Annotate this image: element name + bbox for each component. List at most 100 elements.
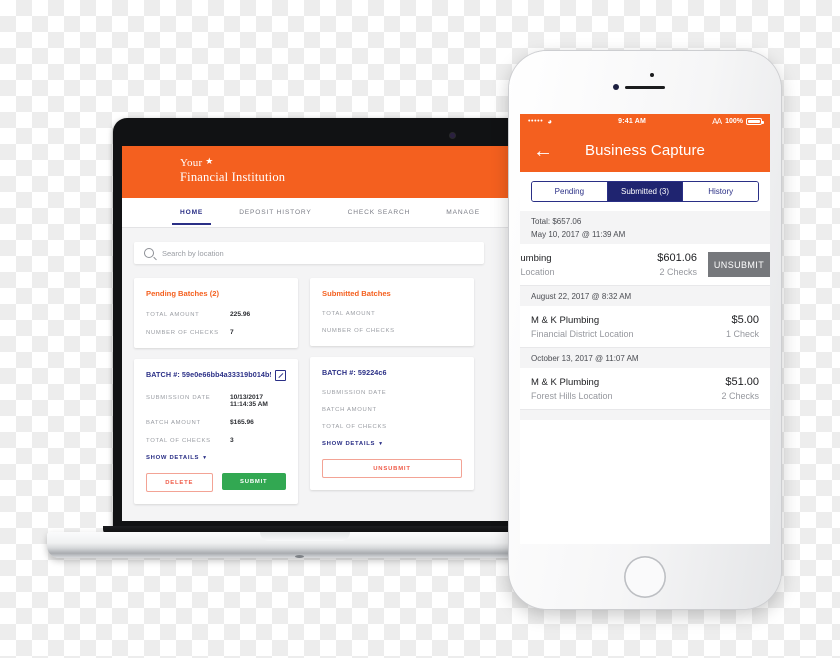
list-item-check-count: 1 Check <box>725 329 759 339</box>
desktop-main: Search by location Pending Batches (2) T… <box>122 228 525 515</box>
phone-status-bar: ••••• ◕ 9:41 AM Ꜳ 100% <box>520 114 770 129</box>
desktop-app-header: Your ★ Financial Institution <box>122 146 525 198</box>
phone-deposit-list: Total: $657.06 May 10, 2017 @ 11:39 AM &… <box>520 211 770 420</box>
bluetooth-icon: Ꜳ <box>712 117 723 126</box>
phone-section-header-3: October 13, 2017 @ 11:07 AM <box>520 348 770 368</box>
brand-line-2: Financial Institution <box>180 170 286 185</box>
list-item-amount: $5.00 <box>731 314 759 326</box>
pending-batch-amount-value: $165.96 <box>230 419 254 426</box>
segment-submitted[interactable]: Submitted (3) <box>607 182 684 201</box>
pending-summary-card: Pending Batches (2) TOTAL AMOUNT 225.96 … <box>134 278 298 348</box>
pending-batch-amount-label: BATCH AMOUNT <box>146 420 201 426</box>
nav-item-home[interactable]: HOME <box>171 198 212 227</box>
laptop-base-foot <box>295 555 304 558</box>
pending-total-amount-value: 225.96 <box>230 311 251 318</box>
pending-submission-date-label: SUBMISSION DATE <box>146 395 211 401</box>
brand-logo: Your ★ Financial Institution <box>180 156 285 186</box>
submitted-column: Submitted Batches TOTAL AMOUNT NUMBER OF… <box>310 278 474 515</box>
phone-screen: ••••• ◕ 9:41 AM Ꜳ 100% ← Business Captur… <box>520 114 770 544</box>
submitted-submission-date-label: SUBMISSION DATE <box>322 390 387 396</box>
submit-button[interactable]: SUBMIT <box>221 473 286 490</box>
list-item-check-count: 2 Checks <box>721 391 759 401</box>
pending-batch-card: BATCH #: 59e0e66bb4a33319b014b5ea SUBMIS… <box>134 359 298 504</box>
laptop-base-notch <box>260 532 350 541</box>
pending-number-of-checks-row: NUMBER OF CHECKS 7 <box>146 329 286 336</box>
pending-summary-title: Pending Batches (2) <box>146 289 219 298</box>
phone-sensor-icon <box>650 73 654 77</box>
submitted-summary-title: Submitted Batches <box>322 289 391 298</box>
nav-item-check-search[interactable]: CHECK SEARCH <box>348 198 411 227</box>
list-item-secondary: $51.00 2 Checks <box>721 376 759 401</box>
search-input-placeholder[interactable]: Search by location <box>162 249 224 258</box>
submitted-batch-number: BATCH #: 59224c6 <box>322 368 387 377</box>
phone-mockup: ••••• ◕ 9:41 AM Ꜳ 100% ← Business Captur… <box>509 51 781 609</box>
edit-icon[interactable] <box>275 370 286 381</box>
chevron-down-icon: ▼ <box>202 455 208 461</box>
signal-strength-icon: ••••• <box>528 118 544 125</box>
pending-show-details-label: SHOW DETAILS <box>146 455 200 461</box>
submitted-batch-actions: UNSUBMIT <box>322 459 462 478</box>
phone-total-label: Total: $657.06 <box>520 211 770 228</box>
batch-columns: Pending Batches (2) TOTAL AMOUNT 225.96 … <box>134 278 525 515</box>
phone-section-header-2: August 22, 2017 @ 8:32 AM <box>520 286 770 306</box>
pending-batch-amount-row: BATCH AMOUNT $165.96 <box>146 419 286 426</box>
brand-line-1: Your <box>180 157 203 169</box>
nav-item-manage[interactable]: MANAGE <box>446 198 480 227</box>
pending-total-checks-label: TOTAL OF CHECKS <box>146 438 211 444</box>
submitted-summary-card: Submitted Batches TOTAL AMOUNT NUMBER OF… <box>310 278 474 346</box>
phone-list-bottom-spacer <box>520 410 770 420</box>
list-item-primary: & K Plumbing dtown Location <box>520 253 657 277</box>
chevron-down-icon: ▼ <box>378 441 384 447</box>
pending-batch-actions: DELETE SUBMIT <box>146 473 286 492</box>
search-bar[interactable]: Search by location <box>134 242 484 264</box>
list-item[interactable]: & K Plumbing dtown Location $601.06 2 Ch… <box>520 244 770 286</box>
search-icon <box>144 248 154 258</box>
list-item-amount: $601.06 <box>657 252 697 264</box>
list-item-secondary: $5.00 1 Check <box>726 314 759 339</box>
submitted-total-checks-row: TOTAL OF CHECKS <box>322 424 462 430</box>
submitted-submission-date-row: SUBMISSION DATE <box>322 390 462 396</box>
list-item-location: Forest Hills Location <box>531 390 613 401</box>
submitted-total-checks-label: TOTAL OF CHECKS <box>322 424 387 430</box>
submitted-batch-header: BATCH #: 59224c6 <box>322 368 462 377</box>
list-item[interactable]: M & K Plumbing Financial District Locati… <box>520 306 770 348</box>
phone-earpiece-speaker <box>625 86 665 90</box>
phone-page-title: Business Capture <box>585 142 705 159</box>
desktop-nav: HOME DEPOSIT HISTORY CHECK SEARCH MANAGE <box>122 198 525 228</box>
list-item-primary: M & K Plumbing Forest Hills Location <box>531 377 721 401</box>
battery-icon <box>746 117 764 126</box>
nav-item-deposit-history[interactable]: DEPOSIT HISTORY <box>239 198 311 227</box>
pending-number-of-checks-label: NUMBER OF CHECKS <box>146 330 219 336</box>
phone-segmented-control: Pending Submitted (3) History <box>531 181 759 202</box>
phone-home-button[interactable] <box>624 556 666 598</box>
list-item-name: M & K Plumbing <box>531 376 600 388</box>
phone-section-header-1: May 10, 2017 @ 11:39 AM <box>520 228 770 244</box>
pending-total-checks-row: TOTAL OF CHECKS 3 <box>146 437 286 444</box>
pending-total-checks-value: 3 <box>230 437 234 444</box>
submitted-number-of-checks-label: NUMBER OF CHECKS <box>322 328 395 334</box>
delete-button[interactable]: DELETE <box>146 473 213 492</box>
unsubmit-button[interactable]: UNSUBMIT <box>322 459 462 478</box>
segment-history[interactable]: History <box>683 182 758 201</box>
list-item[interactable]: M & K Plumbing Forest Hills Location $51… <box>520 368 770 410</box>
phone-segmented-control-wrap: Pending Submitted (3) History <box>520 172 770 211</box>
status-bar-time: 9:41 AM <box>618 118 647 125</box>
pending-total-amount-label: TOTAL AMOUNT <box>146 312 200 318</box>
swipe-unsubmit-button[interactable]: UNSUBMIT <box>708 252 770 277</box>
segment-pending[interactable]: Pending <box>532 182 608 201</box>
back-arrow-icon[interactable]: ← <box>533 141 553 161</box>
pending-submission-date-value: 10/13/2017 11:14:35 AM <box>230 394 268 408</box>
submitted-number-of-checks-row: NUMBER OF CHECKS <box>322 328 462 334</box>
submitted-show-details-toggle[interactable]: SHOW DETAILS ▼ <box>322 441 462 447</box>
pending-show-details-toggle[interactable]: SHOW DETAILS ▼ <box>146 455 286 461</box>
submitted-batch-amount-label: BATCH AMOUNT <box>322 407 377 413</box>
pending-batch-header: BATCH #: 59e0e66bb4a33319b014b5ea <box>146 370 286 381</box>
list-item-location: Financial District Location <box>531 328 634 339</box>
pending-submission-date-row: SUBMISSION DATE 10/13/2017 11:14:35 AM <box>146 394 286 408</box>
list-item-amount: $51.00 <box>725 376 759 388</box>
laptop-screen: Your ★ Financial Institution HOME DEPOSI… <box>122 146 525 521</box>
list-item-content: & K Plumbing dtown Location $601.06 2 Ch… <box>520 252 708 277</box>
list-item-primary: M & K Plumbing Financial District Locati… <box>531 315 726 339</box>
phone-navbar: ← Business Capture <box>520 129 770 172</box>
star-icon: ★ <box>205 156 214 166</box>
